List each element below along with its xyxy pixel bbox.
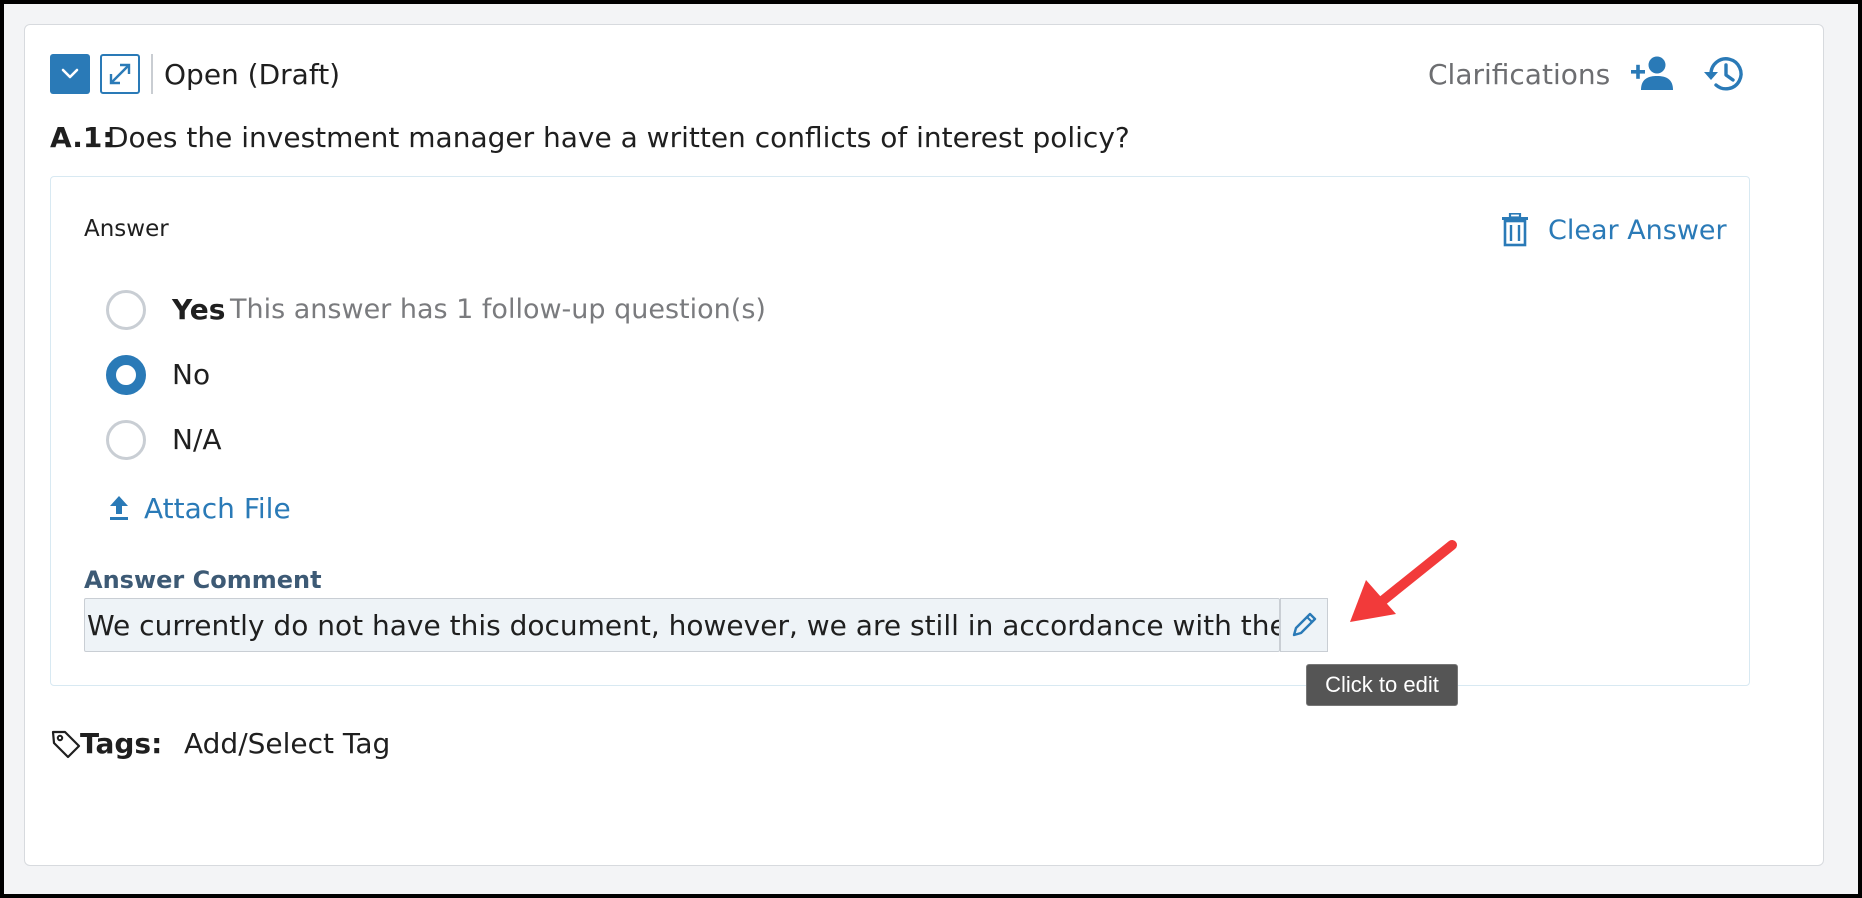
history-button[interactable]	[1702, 52, 1746, 96]
question-text: Does the investment manager have a writt…	[107, 121, 1130, 154]
clarifications-link[interactable]: Clarifications	[1428, 55, 1610, 95]
tag-icon	[51, 730, 81, 759]
answer-label: Answer	[84, 216, 169, 242]
option-yes-label[interactable]: Yes	[172, 290, 225, 330]
option-yes-hint: This answer has 1 follow-up question(s)	[230, 294, 766, 325]
expand-arrows-icon	[109, 63, 131, 85]
clear-answer-label: Clear Answer	[1548, 214, 1727, 246]
tags-label: Tags:	[80, 727, 163, 760]
status-label: Open (Draft)	[164, 58, 341, 91]
add-select-tag[interactable]: Add/Select Tag	[184, 724, 390, 764]
answer-comment-field[interactable]: We currently do not have this document, …	[84, 598, 1280, 652]
collapse-button[interactable]	[50, 54, 90, 94]
chevron-down-icon	[61, 68, 79, 79]
radio-no[interactable]	[106, 355, 146, 395]
option-no-label[interactable]: No	[172, 355, 210, 395]
edit-comment-button[interactable]	[1280, 598, 1328, 652]
trash-icon	[1502, 213, 1528, 247]
edit-tooltip: Click to edit	[1306, 664, 1458, 706]
attach-file-button[interactable]: Attach File	[108, 486, 291, 530]
pencil-icon	[1292, 612, 1317, 637]
question-number: A.1:	[50, 121, 114, 154]
annotation-arrow-icon	[1350, 540, 1457, 622]
add-user-icon	[1631, 56, 1673, 90]
history-icon	[1704, 57, 1743, 91]
radio-na[interactable]	[106, 420, 146, 460]
option-na-label[interactable]: N/A	[172, 420, 222, 460]
upload-icon	[110, 496, 128, 520]
add-user-button[interactable]	[1630, 54, 1674, 94]
expand-button[interactable]	[100, 54, 140, 94]
answer-comment-label: Answer Comment	[84, 566, 322, 594]
radio-yes[interactable]	[106, 290, 146, 330]
header-divider	[151, 54, 153, 94]
attach-file-label: Attach File	[144, 491, 291, 525]
clear-answer-button[interactable]: Clear Answer	[1500, 210, 1727, 250]
